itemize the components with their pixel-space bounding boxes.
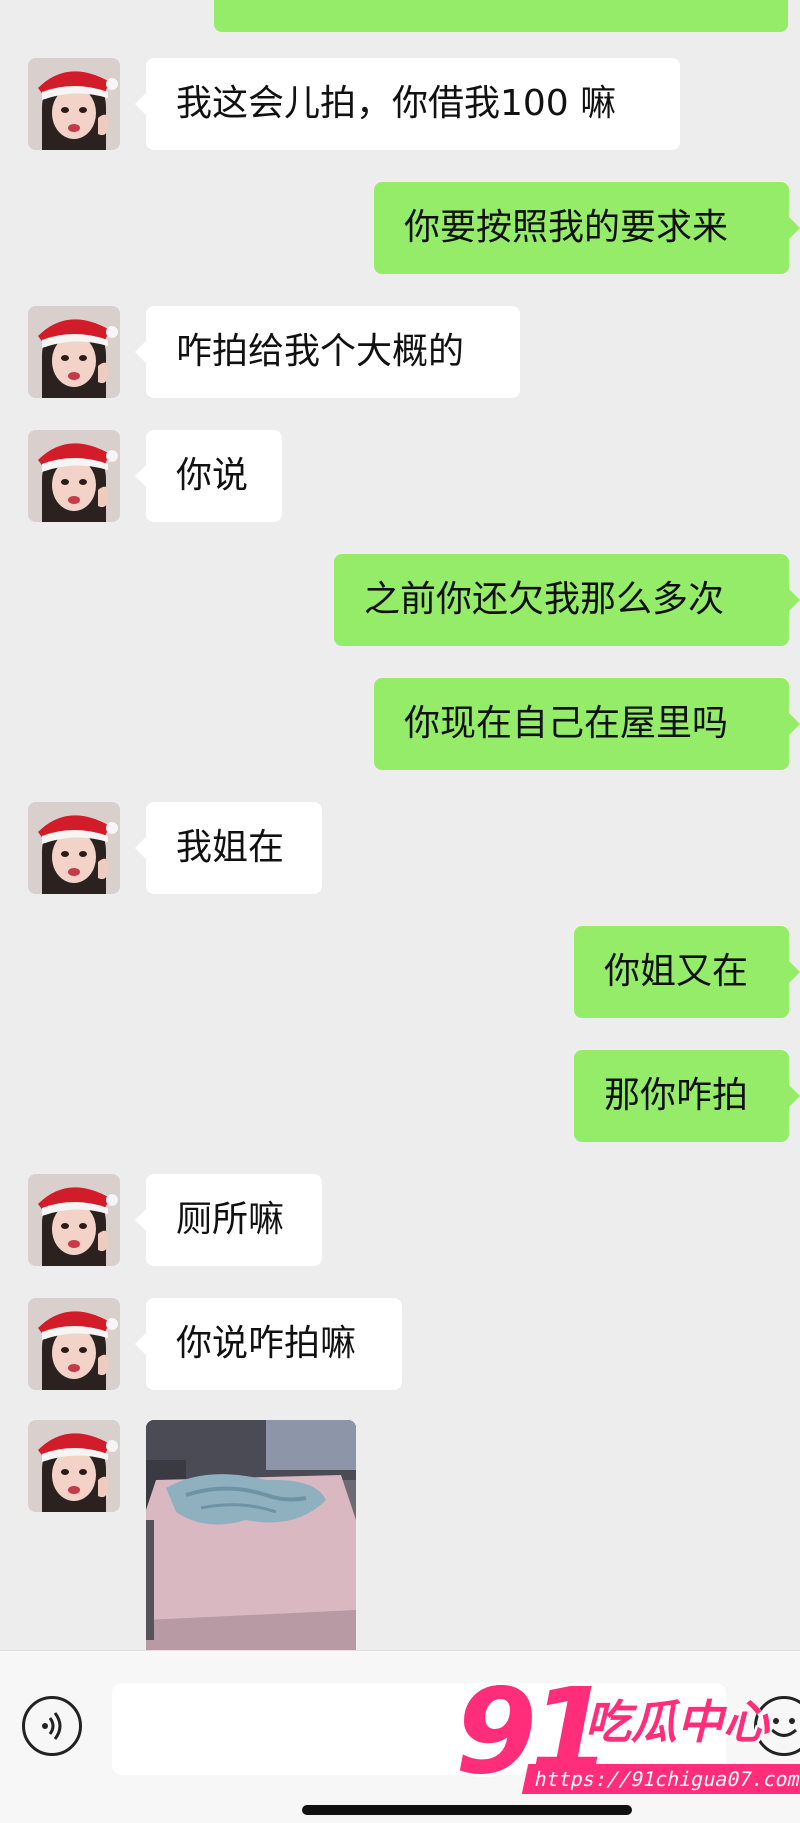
home-indicator[interactable] [302,1805,632,1815]
site-watermark: 91 吃瓜中心 https://91chigua07.com [455,1662,800,1800]
outgoing-message-bubble[interactable]: 之前你还欠我那么多次 [334,554,800,646]
outgoing-message-bubble[interactable]: 你现在自己在屋里吗 [374,678,800,770]
outgoing-message-bubble[interactable]: 你姐又在 [574,926,800,1018]
contact-avatar[interactable] [28,1174,120,1266]
contact-avatar[interactable] [28,1298,120,1390]
watermark-url: https://91chigua07.com [521,1764,800,1794]
watermark-title: 吃瓜中心 [585,1695,769,1749]
contact-avatar[interactable] [28,58,120,150]
outgoing-message-bubble[interactable]: 那你咋拍 [574,1050,800,1142]
contact-avatar[interactable] [28,1420,120,1512]
incoming-message-bubble[interactable]: 你说 [135,430,282,522]
partial-outgoing-bubble[interactable] [214,0,788,32]
incoming-message-bubble[interactable]: 我姐在 [135,802,322,894]
outgoing-message-bubble[interactable]: 你要按照我的要求来 [374,182,800,274]
incoming-message-bubble[interactable]: 咋拍给我个大概的 [135,306,520,398]
contact-avatar[interactable] [28,802,120,894]
incoming-message-bubble[interactable]: 我这会儿拍，你借我100 嘛 [135,58,680,150]
incoming-message-bubble[interactable]: 厕所嘛 [135,1174,322,1266]
image-message[interactable] [146,1420,356,1650]
voice-icon[interactable] [22,1696,82,1756]
chat-area: 我这会儿拍，你借我100 嘛 你要按照我的要求来 咋拍给我个大概的 你说 之前你… [0,0,800,1650]
contact-avatar[interactable] [28,306,120,398]
incoming-message-bubble[interactable]: 你说咋拍嘛 [135,1298,402,1390]
contact-avatar[interactable] [28,430,120,522]
